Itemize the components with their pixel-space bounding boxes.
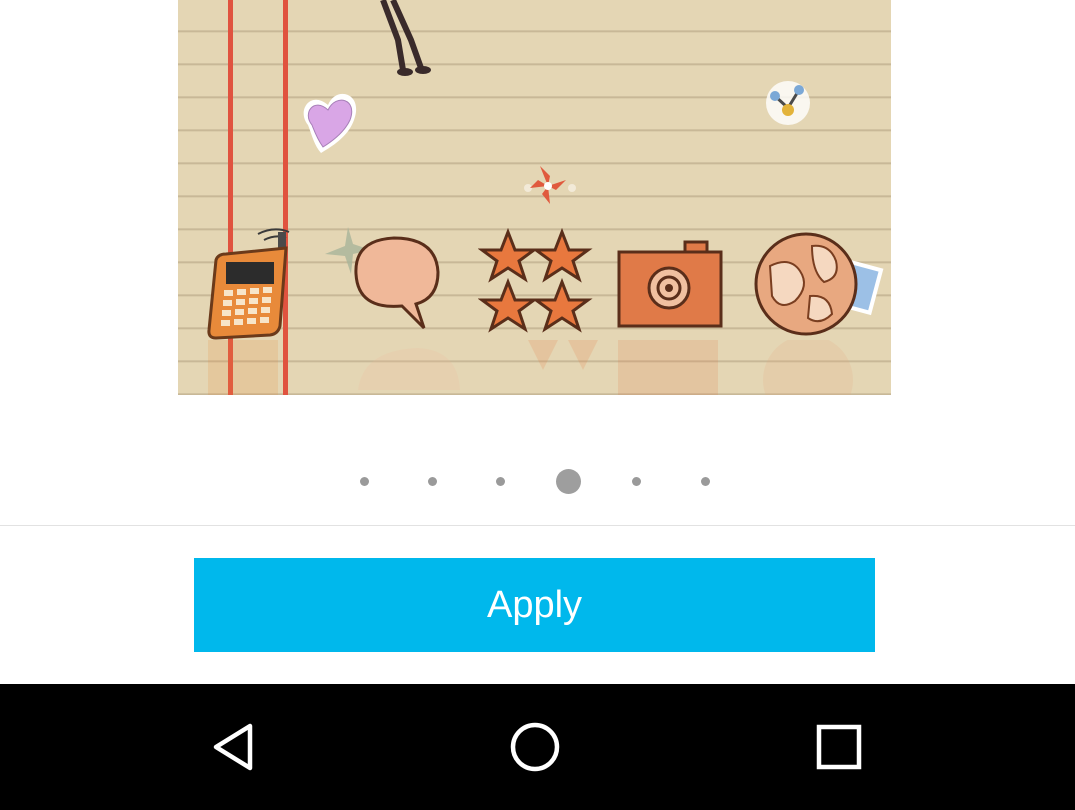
back-button[interactable]	[173, 684, 293, 810]
page-indicator	[0, 468, 1075, 494]
phone-icon[interactable]	[204, 226, 319, 341]
home-icon	[510, 722, 560, 772]
page-dot[interactable]	[496, 477, 505, 486]
page-dot[interactable]	[428, 477, 437, 486]
home-button[interactable]	[475, 684, 595, 810]
share-icon	[766, 81, 810, 125]
page-dot-active[interactable]	[556, 469, 581, 494]
divider	[0, 525, 1075, 526]
page-dot[interactable]	[632, 477, 641, 486]
page-dot[interactable]	[701, 477, 710, 486]
globe-icon[interactable]	[750, 226, 890, 341]
recents-button[interactable]	[779, 684, 899, 810]
back-icon	[213, 723, 253, 771]
icons-reflection	[208, 340, 853, 395]
speech-bubble-icon[interactable]	[346, 232, 446, 332]
character-legs-sticker	[380, 0, 431, 76]
stars-icon[interactable]	[478, 228, 593, 336]
apply-button[interactable]: Apply	[194, 558, 875, 652]
pinwheel-icon	[524, 166, 576, 204]
recents-icon	[816, 724, 862, 770]
page-dot[interactable]	[360, 477, 369, 486]
camera-icon[interactable]	[615, 236, 727, 331]
theme-preview-image[interactable]	[178, 0, 891, 395]
heart-icon	[303, 93, 357, 153]
system-navigation-bar	[0, 684, 1075, 810]
